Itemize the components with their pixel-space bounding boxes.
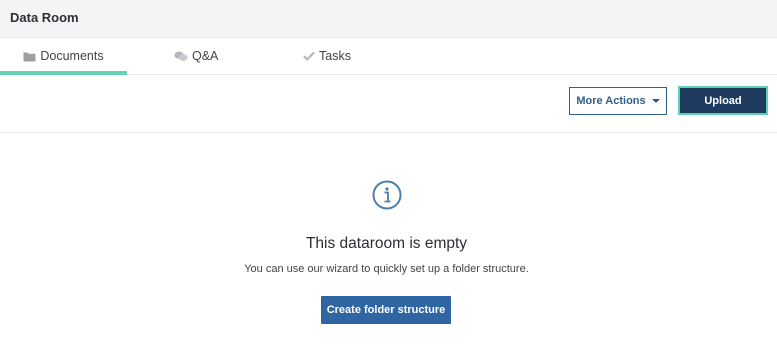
folder-icon [23,51,36,62]
page-title: Data Room [10,10,79,25]
tab-bar: Documents Q&A Tasks [0,38,777,75]
chat-bubbles-icon [174,51,188,62]
upload-button[interactable]: Upload [678,86,768,115]
info-icon [372,180,402,210]
app-header: Data Room [0,0,777,38]
tab-label: Tasks [319,49,351,63]
upload-label: Upload [704,94,742,107]
create-folder-structure-button[interactable]: Create folder structure [321,296,451,324]
tab-label: Q&A [192,49,219,63]
toolbar: More Actions Upload [0,75,777,133]
caret-down-icon [651,99,660,103]
more-actions-button[interactable]: More Actions [569,87,667,115]
empty-state: This dataroom is empty You can use our w… [0,134,777,344]
checkmark-icon [303,51,315,61]
empty-state-heading: This dataroom is empty [305,235,468,252]
empty-state-message: You can use our wizard to quickly set up… [244,263,529,275]
tab-documents[interactable]: Documents [0,38,127,75]
tab-label: Documents [40,49,104,63]
tab-qa[interactable]: Q&A [127,38,274,74]
more-actions-label: More Actions [576,95,646,107]
create-folder-structure-label: Create folder structure [326,304,446,316]
tab-tasks[interactable]: Tasks [274,38,421,74]
